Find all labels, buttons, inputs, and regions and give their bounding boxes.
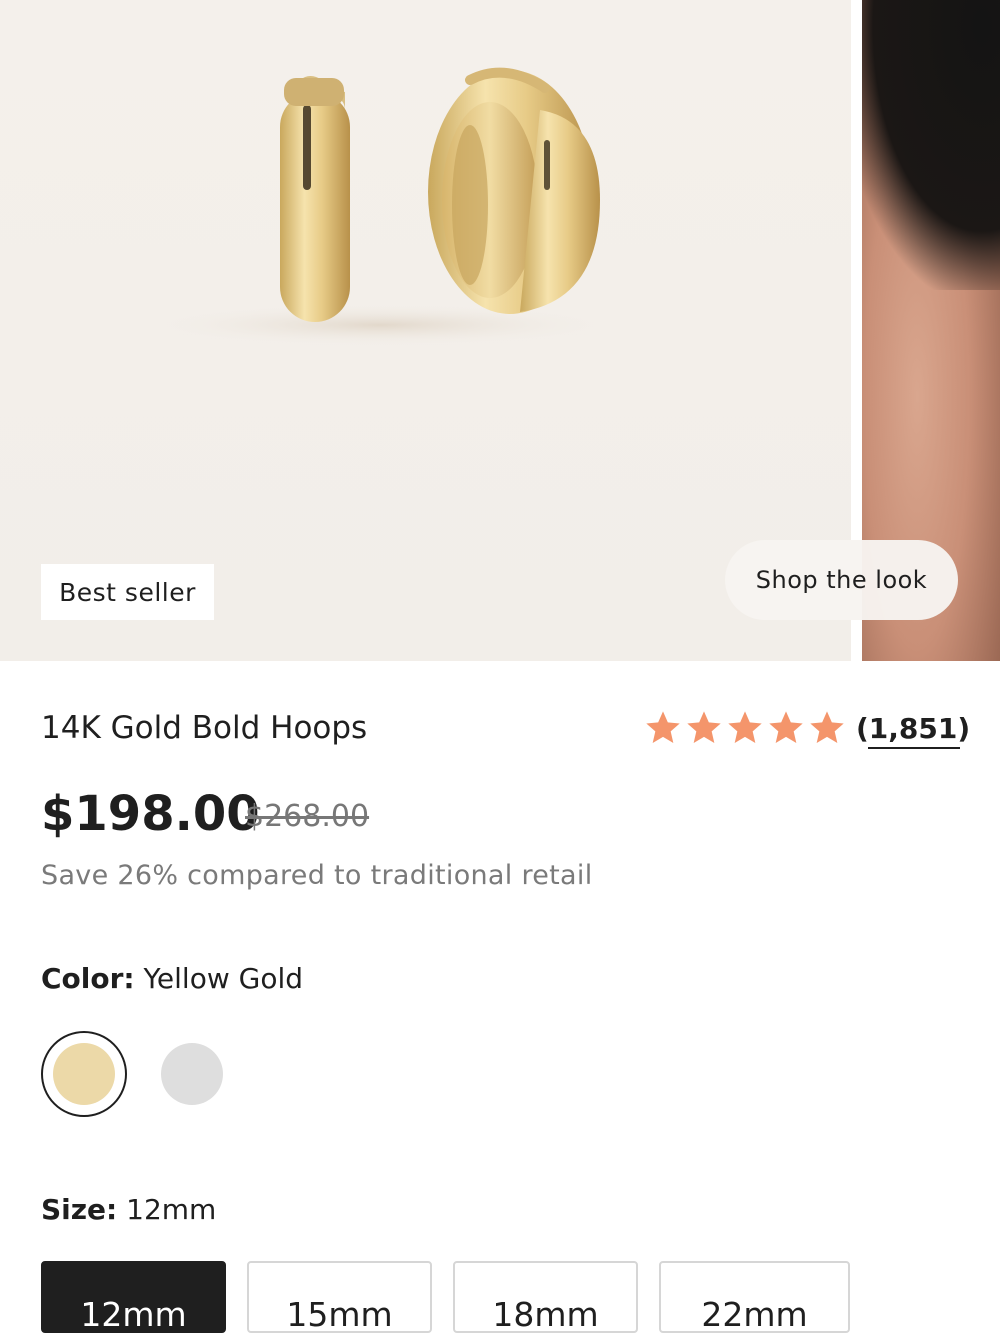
review-count-underline: [868, 746, 961, 749]
size-option-18mm[interactable]: 18mm: [453, 1261, 638, 1334]
shop-the-look-label: Shop the look: [755, 566, 928, 594]
gold-hoop-earrings-image: [140, 67, 620, 347]
compare-at-price: $268.00: [245, 799, 370, 834]
review-count-link[interactable]: (1,851): [856, 711, 971, 749]
size-option-12mm[interactable]: 12mm: [41, 1261, 226, 1334]
star-icon: [769, 711, 803, 743]
color-swatch-silver[interactable]: [161, 1043, 223, 1105]
shop-the-look-button[interactable]: Shop the look: [725, 540, 958, 620]
size-option-label: 22mm: [701, 1295, 808, 1334]
size-option-label: 15mm: [286, 1295, 393, 1334]
product-image-gallery[interactable]: Best seller Shop the look: [0, 0, 1000, 661]
rating-stars: [643, 708, 848, 748]
product-rating[interactable]: (1,851): [643, 708, 971, 749]
star-icon: [687, 711, 721, 743]
color-label: Color: Yellow Gold: [41, 962, 303, 995]
star-icon: [646, 711, 680, 743]
review-count-text: (1,851): [856, 711, 971, 745]
star-icon: [728, 711, 762, 743]
product-price: $198.00: [41, 786, 260, 842]
size-option-15mm[interactable]: 15mm: [247, 1261, 432, 1334]
yellow-gold-swatch-fill: [53, 1043, 115, 1105]
size-option-label: 18mm: [492, 1295, 599, 1334]
savings-text: Save 26% compared to traditional retail: [41, 860, 593, 891]
size-option-22mm[interactable]: 22mm: [659, 1261, 850, 1334]
size-option-label: 12mm: [80, 1295, 187, 1334]
star-icon: [810, 711, 844, 743]
size-label: Size: 12mm: [41, 1193, 216, 1226]
product-title: 14K Gold Bold Hoops: [41, 710, 368, 746]
color-swatch-yellow-gold[interactable]: [41, 1031, 127, 1117]
product-image-main[interactable]: [0, 0, 851, 661]
size-label-title: Size:: [41, 1193, 118, 1226]
color-label-title: Color:: [41, 962, 135, 995]
color-selected-value: Yellow Gold: [143, 962, 304, 995]
size-selected-value: 12mm: [126, 1193, 217, 1226]
model-hair-image: [862, 0, 1000, 290]
best-seller-badge: Best seller: [41, 564, 214, 620]
best-seller-badge-label: Best seller: [59, 577, 196, 607]
